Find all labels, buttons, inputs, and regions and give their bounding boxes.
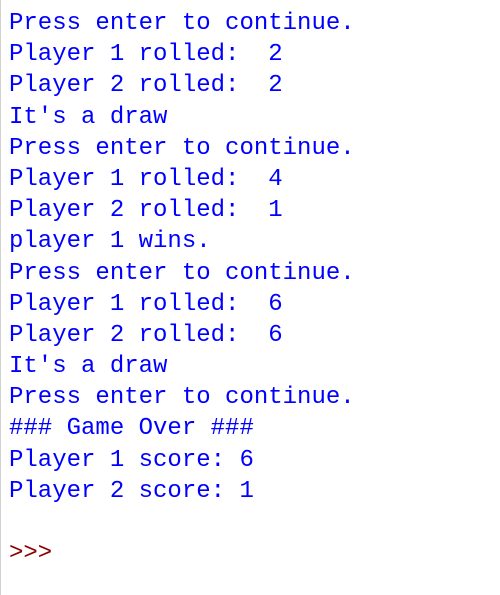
console-line: Player 2 rolled: 1: [9, 195, 492, 226]
console-line: player 1 wins.: [9, 226, 492, 257]
console-line: Press enter to continue.: [9, 8, 492, 39]
console-line: Player 2 rolled: 2: [9, 70, 492, 101]
console-line: Press enter to continue.: [9, 382, 492, 413]
console-line: Player 1 rolled: 4: [9, 164, 492, 195]
blank-line: [9, 507, 492, 538]
console-line: Player 1 rolled: 6: [9, 289, 492, 320]
console-line: It's a draw: [9, 351, 492, 382]
console-output: Press enter to continue. Player 1 rolled…: [9, 8, 492, 569]
console-line: ### Game Over ###: [9, 413, 492, 444]
console-line: Player 2 rolled: 6: [9, 320, 492, 351]
console-line: It's a draw: [9, 102, 492, 133]
console-line: Press enter to continue.: [9, 258, 492, 289]
console-line: Player 1 rolled: 2: [9, 39, 492, 70]
console-prompt[interactable]: >>>: [9, 538, 492, 569]
console-line: Press enter to continue.: [9, 133, 492, 164]
console-line: Player 2 score: 1: [9, 476, 492, 507]
console-line: Player 1 score: 6: [9, 445, 492, 476]
